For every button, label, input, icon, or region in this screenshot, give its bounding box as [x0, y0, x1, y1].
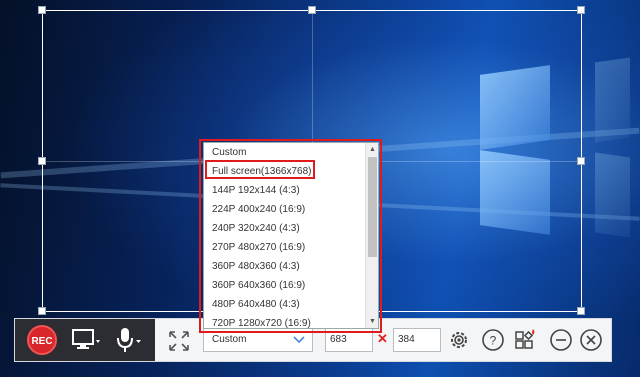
- dropdown-item[interactable]: 240P 320x240 (4:3): [204, 219, 378, 238]
- settings-gear-icon[interactable]: [447, 328, 471, 352]
- svg-text:?: ?: [490, 334, 497, 348]
- fit-to-screen-icon[interactable]: [167, 329, 191, 353]
- microphone-icon[interactable]: [113, 326, 143, 354]
- dimension-separator: ✕: [377, 331, 388, 346]
- close-icon[interactable]: [579, 328, 603, 352]
- toolbar-record-panel: REC: [15, 319, 155, 361]
- dropdown-item[interactable]: 224P 400x240 (16:9): [204, 200, 378, 219]
- resize-handle-top[interactable]: [308, 6, 316, 14]
- dropdown-item[interactable]: 270P 480x270 (16:9): [204, 238, 378, 257]
- resize-handle-left[interactable]: [38, 157, 46, 165]
- resize-handle-bottom-left[interactable]: [38, 307, 46, 315]
- resize-handle-top-right[interactable]: [577, 6, 585, 14]
- scroll-down-icon[interactable]: ▼: [369, 318, 376, 325]
- screen-icon[interactable]: [71, 328, 101, 352]
- scroll-up-icon[interactable]: ▲: [369, 146, 376, 153]
- toolbox-icon[interactable]: [513, 328, 537, 352]
- help-icon[interactable]: ?: [481, 328, 505, 352]
- height-field[interactable]: 384: [393, 328, 441, 352]
- dropdown-scrollbar[interactable]: ▲ ▼: [365, 143, 378, 328]
- resize-handle-bottom-right[interactable]: [577, 307, 585, 315]
- resize-handle-right[interactable]: [577, 157, 585, 165]
- dropdown-item[interactable]: 720P 1280x720 (16:9): [204, 314, 378, 328]
- dropdown-item[interactable]: 480P 640x480 (4:3): [204, 295, 378, 314]
- dropdown-item[interactable]: 144P 192x144 (4:3): [204, 181, 378, 200]
- dropdown-item[interactable]: 360P 480x360 (4:3): [204, 257, 378, 276]
- dropdown-item[interactable]: 360P 640x360 (16:9): [204, 276, 378, 295]
- chevron-down-icon: [293, 336, 305, 344]
- scrollbar-thumb[interactable]: [368, 157, 377, 257]
- size-select-value: Custom: [212, 334, 247, 345]
- full-screen-highlight-box: [205, 160, 315, 179]
- resize-handle-top-left[interactable]: [38, 6, 46, 14]
- minimize-icon[interactable]: [549, 328, 573, 352]
- rec-button[interactable]: REC: [27, 325, 57, 355]
